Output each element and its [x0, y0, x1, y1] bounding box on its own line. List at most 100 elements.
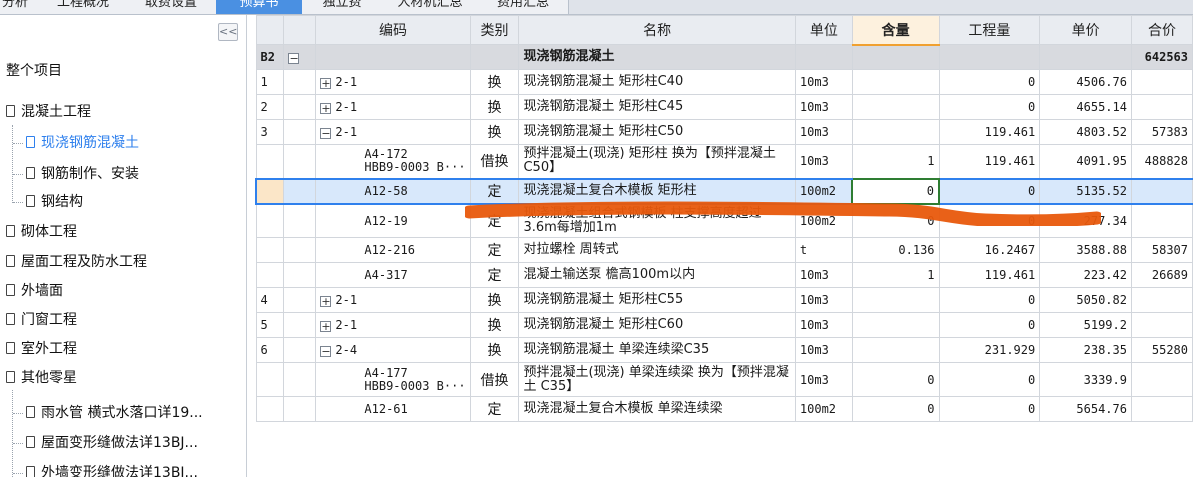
type-cell[interactable]: 换 [469, 312, 520, 338]
expand-cell[interactable] [283, 237, 317, 263]
price-cell[interactable]: 5654.76 [1039, 396, 1132, 422]
expand-cell[interactable] [283, 312, 317, 338]
tree-root-item[interactable]: 整个项目 [6, 60, 62, 80]
name-cell[interactable]: 混凝土输送泵 檐高100m以内 [518, 262, 796, 288]
table-row[interactable]: 1 +2-1 换 现浇钢筋混凝土 矩形柱C40 10m3 0 4506.76 [255, 69, 1193, 95]
expand-cell[interactable] [283, 119, 317, 145]
total-cell[interactable]: 488828 [1130, 144, 1193, 179]
column-header[interactable]: 合价 [1130, 15, 1193, 45]
table-row[interactable]: A12-61 定 现浇混凝土复合木模板 单梁连续梁 100m2 0 0 5654.76 [255, 396, 1193, 422]
tab-3[interactable]: 预算书 [216, 0, 303, 14]
table-row[interactable]: A4-177 HBB9-0003 B··· 借换 预拌混凝土(现浇) 单梁连续梁 换为… [255, 362, 1193, 397]
code-cell[interactable]: A12-61 [315, 396, 471, 422]
expand-cell[interactable] [283, 362, 317, 397]
column-header[interactable] [255, 15, 285, 45]
amount-cell[interactable]: 0 [938, 94, 1041, 120]
amount-cell[interactable]: 231.929 [938, 337, 1041, 363]
type-cell[interactable]: 换 [469, 94, 520, 120]
total-cell[interactable]: 55280 [1130, 337, 1193, 363]
amount-cell[interactable]: 0 [938, 312, 1041, 338]
price-cell[interactable]: 5199.2 [1039, 312, 1132, 338]
name-cell[interactable]: 现浇钢筋混凝土 矩形柱C40 [518, 69, 796, 95]
unit-cell[interactable]: 10m3 [794, 262, 853, 288]
total-cell[interactable]: 642563 [1130, 44, 1193, 70]
tree-item[interactable]: 外墙面 [6, 279, 63, 303]
type-cell[interactable] [469, 44, 520, 70]
qty-cell[interactable]: 0.136 [851, 237, 940, 263]
table-row[interactable]: 5 +2-1 换 现浇钢筋混凝土 矩形柱C60 10m3 0 5199.2 [255, 312, 1193, 338]
qty-cell[interactable] [851, 337, 940, 363]
type-cell[interactable]: 定 [469, 396, 520, 422]
expand-toggle-icon[interactable]: + [320, 296, 332, 307]
total-cell[interactable] [1130, 362, 1193, 397]
tree-item[interactable]: 外墙变形缝做法详13BJ... [26, 461, 198, 477]
unit-cell[interactable]: 100m2 [794, 396, 853, 422]
tab-1[interactable]: 工程概况 [40, 0, 127, 14]
total-cell[interactable]: 58307 [1130, 237, 1193, 263]
qty-cell[interactable]: 1 [851, 144, 940, 179]
tab-4[interactable]: 独立费 [302, 0, 383, 14]
qty-cell[interactable]: 0 [851, 177, 941, 205]
total-cell[interactable] [1130, 203, 1193, 238]
tree-item[interactable]: 屋面工程及防水工程 [6, 250, 147, 274]
column-header[interactable]: 单价 [1039, 15, 1132, 45]
name-cell[interactable]: 现浇混凝土复合木模板 矩形柱 [518, 177, 796, 205]
type-cell[interactable]: 定 [469, 177, 520, 205]
qty-cell[interactable]: 0 [851, 203, 940, 238]
qty-cell[interactable]: 0 [851, 396, 940, 422]
tree-item[interactable]: 混凝土工程 [6, 100, 91, 124]
tree-item[interactable]: 钢结构 [26, 190, 83, 214]
amount-cell[interactable]: 0 [938, 203, 1041, 238]
table-row[interactable]: A4-172 HBB9-0003 B··· 借换 预拌混凝土(现浇) 矩形柱 换为【预… [255, 144, 1193, 179]
table-row[interactable]: 3 −2-1 换 现浇钢筋混凝土 矩形柱C50 10m3 119.461 4803.52 57… [255, 119, 1193, 145]
amount-cell[interactable]: 119.461 [938, 262, 1041, 288]
qty-cell[interactable] [851, 94, 940, 120]
name-cell[interactable]: 现浇混凝土复合木模板 单梁连续梁 [518, 396, 796, 422]
unit-cell[interactable]: 10m3 [794, 287, 853, 313]
expand-cell[interactable] [283, 144, 317, 179]
code-cell[interactable]: A12-19 [315, 203, 471, 238]
price-cell[interactable] [1039, 44, 1132, 70]
unit-cell[interactable]: 10m3 [794, 362, 853, 397]
code-cell[interactable]: −2-1 [315, 119, 471, 145]
type-cell[interactable]: 借换 [469, 362, 520, 397]
code-cell[interactable]: −2-4 [315, 337, 471, 363]
table-row[interactable]: A12-216 定 对拉螺栓 周转式 t 0.136 16.2467 3588.88 5830… [255, 237, 1193, 263]
unit-cell[interactable]: 10m3 [794, 119, 853, 145]
type-cell[interactable]: 定 [469, 237, 520, 263]
expand-cell[interactable] [283, 396, 317, 422]
amount-cell[interactable]: 0 [938, 362, 1041, 397]
table-row[interactable]: A4-317 定 混凝土输送泵 檐高100m以内 10m3 1 119.461 223.42… [255, 262, 1193, 288]
qty-cell[interactable]: 0 [851, 362, 940, 397]
price-cell[interactable]: 5050.82 [1039, 287, 1132, 313]
column-header[interactable]: 含量 [851, 15, 940, 46]
expand-toggle-icon[interactable]: + [320, 103, 332, 114]
unit-cell[interactable]: 10m3 [794, 337, 853, 363]
table-row[interactable]: A12-19 定 现浇混凝土组合式钢模板 柱支撑高度超过3.6m每增加1m 100m2… [255, 203, 1193, 238]
expand-toggle-icon[interactable]: + [320, 321, 332, 332]
code-cell[interactable]: +2-1 [315, 94, 471, 120]
price-cell[interactable]: 4506.76 [1039, 69, 1132, 95]
unit-cell[interactable]: 100m2 [794, 177, 853, 205]
name-cell[interactable]: 现浇钢筋混凝土 矩形柱C55 [518, 287, 796, 313]
amount-cell[interactable]: 0 [938, 396, 1041, 422]
name-cell[interactable]: 对拉螺栓 周转式 [518, 237, 796, 263]
tab-0[interactable]: 分析 [0, 0, 41, 14]
column-header[interactable]: 类别 [469, 15, 520, 45]
name-cell[interactable]: 预拌混凝土(现浇) 矩形柱 换为【预拌混凝土 C50】 [518, 144, 796, 179]
expand-cell[interactable] [283, 94, 317, 120]
price-cell[interactable]: 277.34 [1039, 203, 1132, 238]
expand-toggle-icon[interactable]: + [320, 78, 332, 89]
column-header[interactable]: 名称 [518, 15, 796, 45]
amount-cell[interactable]: 119.461 [938, 144, 1041, 179]
code-cell[interactable]: +2-1 [315, 287, 471, 313]
code-cell[interactable]: +2-1 [315, 312, 471, 338]
tree-item[interactable]: 钢筋制作、安装 [26, 162, 139, 186]
code-cell[interactable]: A4-172 HBB9-0003 B··· [315, 144, 471, 179]
code-cell[interactable]: A12-216 [315, 237, 471, 263]
unit-cell[interactable]: t [794, 237, 853, 263]
tab-6[interactable]: 费用汇总 [478, 0, 569, 14]
name-cell[interactable]: 现浇钢筋混凝土 矩形柱C60 [518, 312, 796, 338]
expand-toggle-icon[interactable]: − [320, 128, 332, 139]
tree-item[interactable]: 砌体工程 [6, 220, 77, 244]
